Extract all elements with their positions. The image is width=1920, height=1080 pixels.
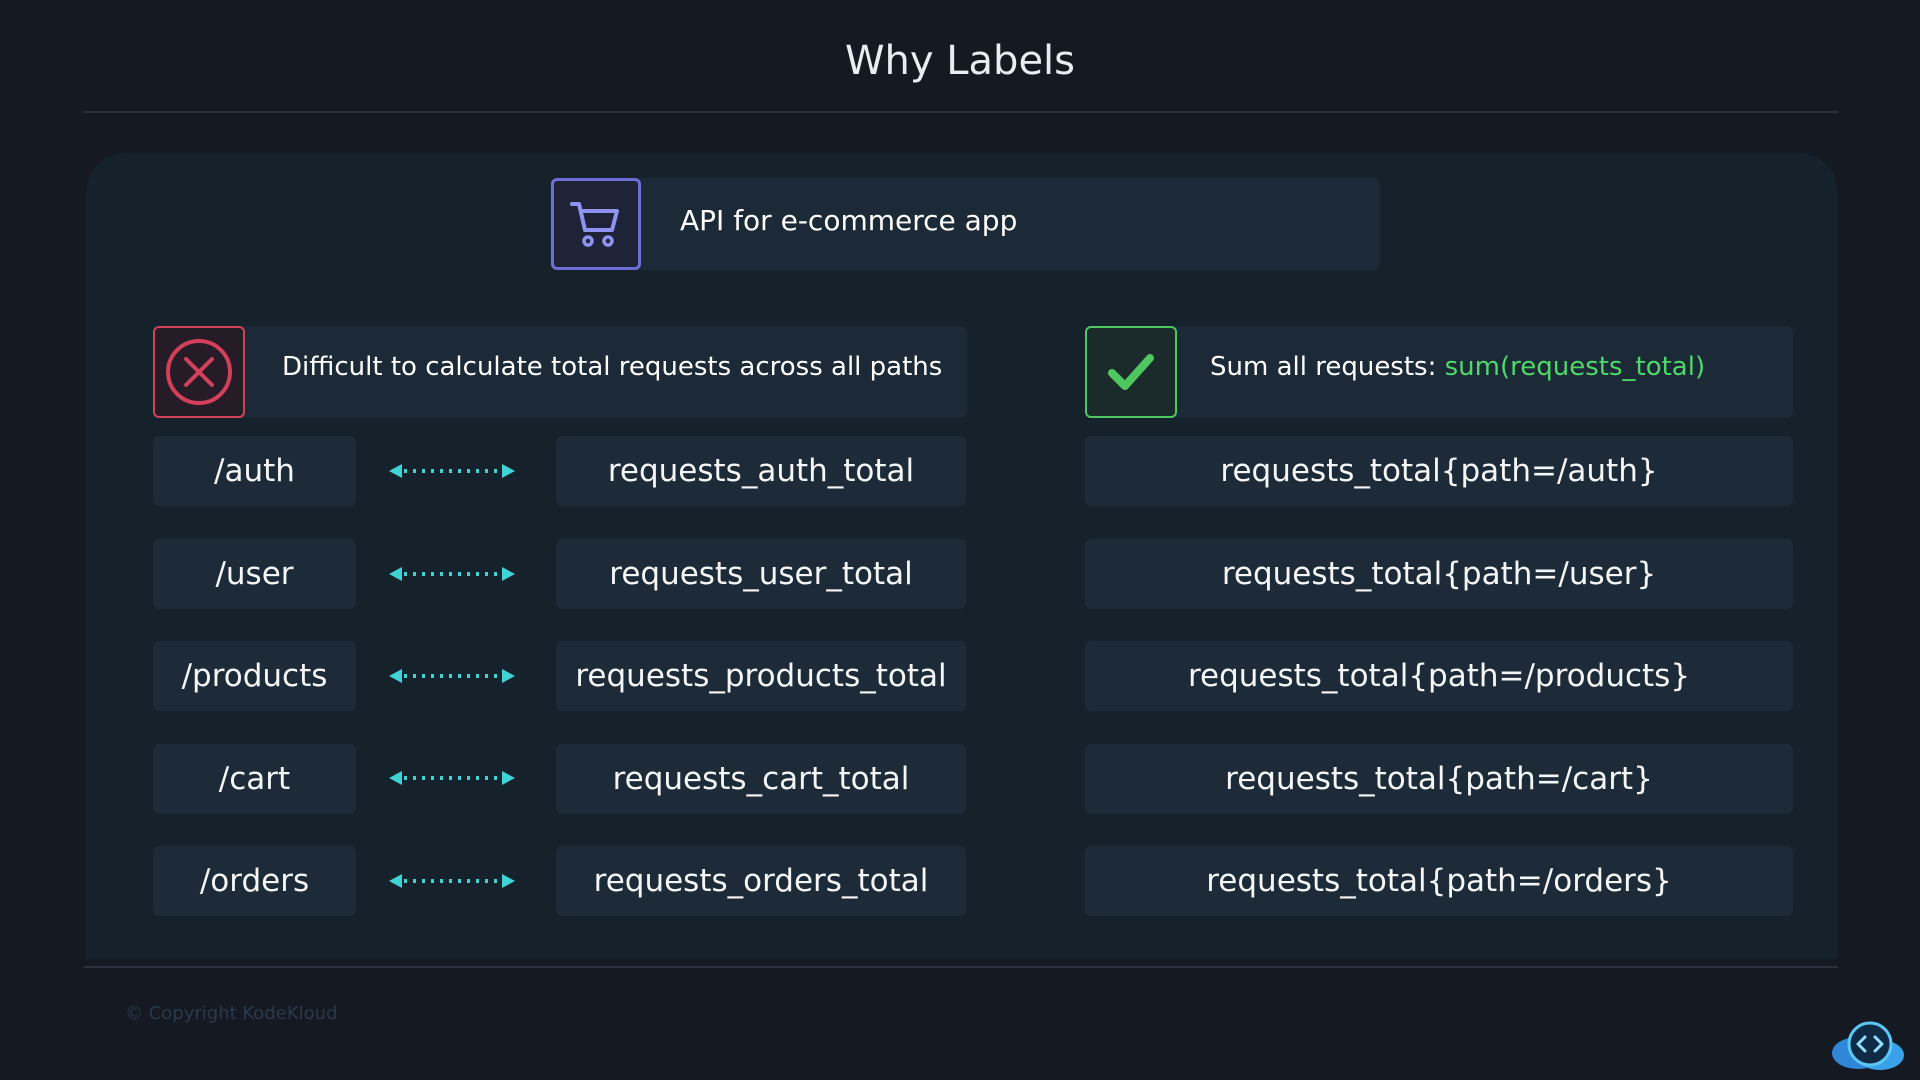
labeled-metric-chip: requests_total{path=/auth} [1085,436,1793,506]
path-chip: /auth [153,436,356,506]
labeled-metric-chip: requests_total{path=/user} [1085,539,1793,609]
metric-chip: requests_user_total [556,539,966,609]
header-divider [84,111,1838,113]
api-banner-label: API for e-commerce app [680,204,1018,237]
bidirectional-arrow-icon [389,669,515,683]
path-chip: /orders [153,846,356,916]
labeled-metric-chip: requests_total{path=/products} [1085,641,1793,711]
metric-chip: requests_products_total [556,641,966,711]
kodekloud-logo-icon [1832,1021,1904,1070]
problem-label: Difficult to calculate total requests ac… [282,352,943,382]
shopping-cart-icon [551,178,641,270]
path-chip: /cart [153,744,356,814]
bidirectional-arrow-icon [389,464,515,478]
page-title: Why Labels [844,38,1076,84]
checkmark-icon [1085,326,1177,418]
footer-divider [84,966,1838,968]
metric-chip: requests_cart_total [556,744,966,814]
labeled-metric-chip: requests_total{path=/orders} [1085,846,1793,916]
solution-expression: sum(requests_total) [1444,352,1706,382]
metric-chip: requests_orders_total [556,846,966,916]
bidirectional-arrow-icon [389,567,515,581]
path-chip: /user [153,539,356,609]
labeled-metric-chip: requests_total{path=/cart} [1085,744,1793,814]
path-chip: /products [153,641,356,711]
copyright-text: © Copyright KodeKloud [125,1003,338,1024]
metric-chip: requests_auth_total [556,436,966,506]
solution-label-prefix: Sum all requests: [1210,352,1445,382]
x-circle-icon [153,326,245,418]
bidirectional-arrow-icon [389,874,515,888]
bidirectional-arrow-icon [389,771,515,785]
solution-label: Sum all requests: sum(requests_total) [1210,352,1705,382]
